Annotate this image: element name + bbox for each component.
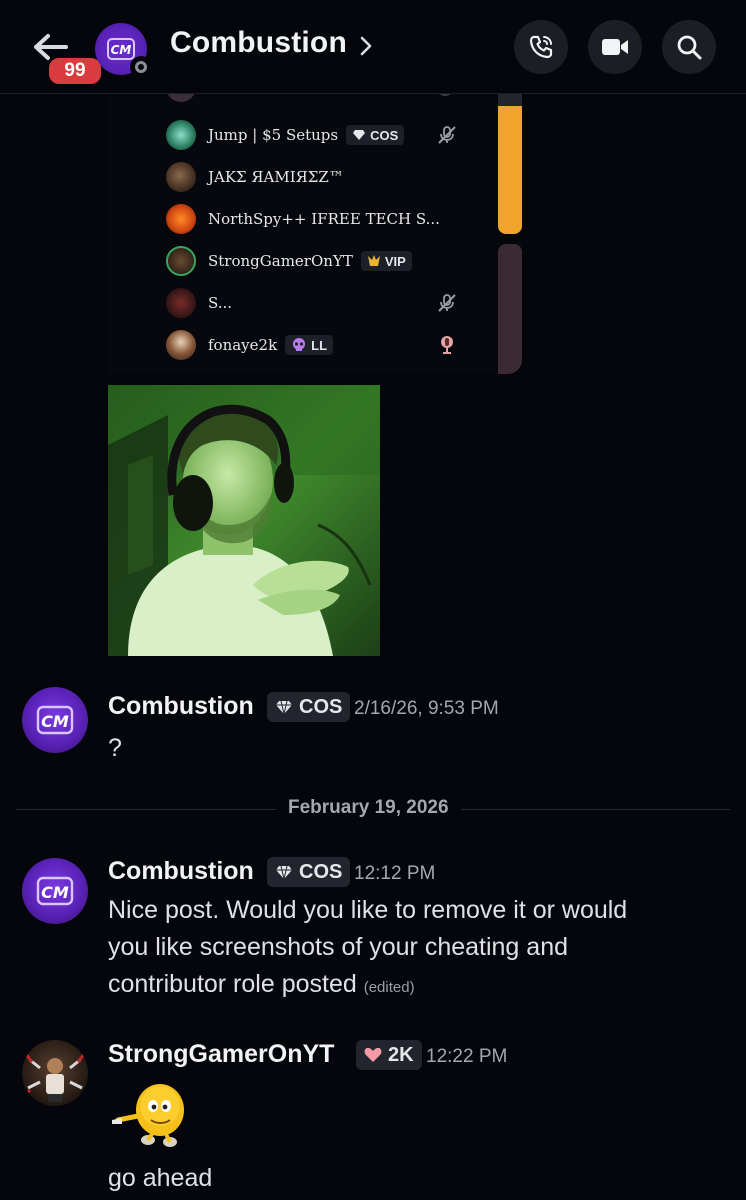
attached-photo-headset-person[interactable] [108, 385, 380, 656]
author-role-tag[interactable]: COS [267, 857, 351, 887]
screenshot-maroon-panel [498, 244, 522, 374]
member-name: JAKΣ ЯAMIЯΣZ™ [208, 168, 344, 186]
cm-logo-icon: CM [36, 705, 74, 735]
vip-crest-icon [367, 255, 380, 266]
member-name: Jump | $5 Setups [208, 126, 339, 144]
avatar-art [22, 1053, 86, 1102]
diamond-icon [353, 130, 366, 140]
role-tag-label: COS [370, 127, 399, 143]
message-text: ? [108, 734, 122, 762]
member-avatar [166, 330, 196, 360]
member-name: StrongGamerOnYT [208, 252, 353, 270]
channel-title[interactable]: Combustion [170, 26, 347, 60]
member-avatar [166, 288, 196, 318]
role-tag-label: LL [311, 337, 328, 353]
message-author[interactable]: Combustion [108, 692, 254, 721]
chevron-right-icon[interactable] [357, 34, 375, 58]
photo-image [108, 385, 380, 656]
member-avatar [166, 204, 196, 234]
svg-text:CM: CM [111, 43, 132, 57]
message-text: contributor role posted (edited) [108, 966, 415, 1006]
search-button[interactable] [662, 20, 716, 74]
author-avatar[interactable]: CM [22, 858, 88, 924]
channel-header: 99 CM Combustion [0, 0, 746, 94]
message-author[interactable]: Combustion [108, 857, 254, 886]
video-camera-icon [602, 39, 628, 55]
member-avatar [166, 246, 196, 276]
role-tag-label: COS [299, 860, 343, 883]
emoji-sticker-pointing[interactable] [108, 1076, 192, 1156]
member-row: fonaye2k LL [166, 328, 334, 362]
phone-icon [529, 35, 553, 59]
member-name: fonaye2k [208, 336, 278, 354]
author-role-tag[interactable]: COS [267, 692, 351, 722]
pointing-emoji-icon [112, 1084, 184, 1147]
message-timestamp: 12:22 PM [426, 1046, 508, 1067]
diamond-icon [276, 700, 292, 714]
svg-text:CM: CM [41, 883, 69, 902]
member-role-tag: VIP [360, 251, 412, 271]
status-offline-icon [130, 56, 152, 78]
message-text-line: contributor role posted [108, 970, 357, 998]
cm-logo-icon: CM [36, 876, 74, 906]
member-row: NorthSpy++ IFREE TECH S... [166, 202, 440, 236]
unread-badge: 99 [46, 55, 104, 87]
member-role-tag: COS [346, 125, 405, 145]
attached-screenshot-member-list[interactable]: Jump | $5 Setups COS JAKΣ ЯAMIЯΣZ™ North… [108, 76, 522, 374]
member-row: Jump | $5 Setups COS [166, 118, 405, 152]
voice-call-button[interactable] [514, 20, 568, 74]
author-avatar[interactable] [22, 1040, 88, 1106]
member-row: S... [166, 286, 232, 320]
role-tag-label: 2K [388, 1043, 414, 1066]
search-icon [677, 35, 702, 60]
message-timestamp: 12:12 PM [354, 863, 436, 884]
member-avatar [166, 120, 196, 150]
dm-screen: 99 CM Combustion Jump | $5 Setups COS JA… [0, 0, 746, 1200]
message-author[interactable]: StrongGamerOnYT [108, 1040, 334, 1069]
author-role-tag[interactable]: 2K [356, 1040, 422, 1070]
diamond-icon [276, 865, 292, 879]
role-tag-label: COS [299, 695, 343, 718]
message-timestamp: 2/16/26, 9:53 PM [354, 698, 499, 719]
member-row: JAKΣ ЯAMIЯΣZ™ [166, 160, 344, 194]
message-text: Nice post. Would you like to remove it o… [108, 896, 628, 924]
message-text: go ahead [108, 1164, 213, 1192]
member-name: NorthSpy++ IFREE TECH S... [208, 210, 440, 228]
date-divider-label: February 19, 2026 [276, 797, 461, 819]
member-row: StrongGamerOnYT VIP [166, 244, 412, 278]
member-role-tag: LL [285, 335, 334, 355]
mic-muted-icon [438, 294, 456, 312]
svg-text:CM: CM [41, 712, 69, 731]
member-avatar [166, 162, 196, 192]
video-call-button[interactable] [588, 20, 642, 74]
message-text: you like screenshots of your cheating an… [108, 933, 568, 961]
skull-icon [293, 338, 306, 351]
mic-icon [441, 336, 453, 354]
heart-icon [364, 1047, 382, 1062]
member-name: S... [208, 294, 233, 312]
mic-muted-icon [438, 126, 456, 144]
author-avatar[interactable]: CM [22, 687, 88, 753]
edited-label: (edited) [363, 979, 415, 996]
role-tag-label: VIP [384, 253, 406, 269]
